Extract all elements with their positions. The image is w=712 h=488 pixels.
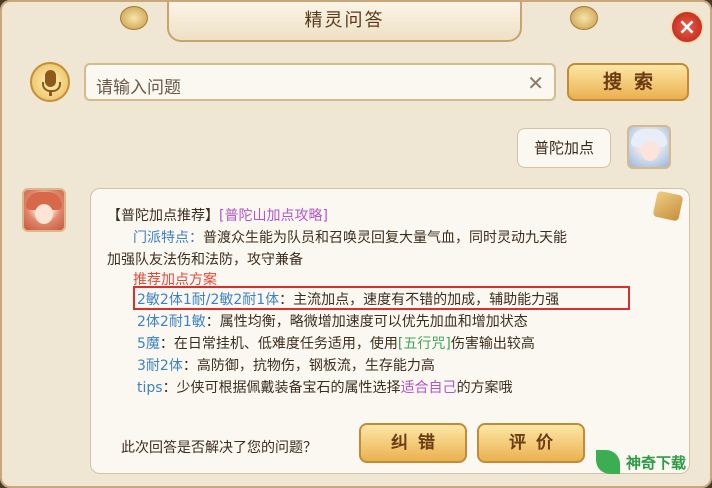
user-message-bubble: 普陀加点 xyxy=(517,128,611,168)
answer-header: 【普陀加点推荐】[普陀山加点攻略] xyxy=(107,208,328,224)
feedback-question: 此次回答是否解决了您的问题？ xyxy=(121,440,317,456)
tips-line: tips：少侠可根据佩戴装备宝石的属性选择适合自己的方案哦 xyxy=(137,380,513,396)
plan-item: 2敏2体1耐/2敏2耐1体：主流加点，速度有不错的加成，辅助能力强 xyxy=(137,292,560,308)
plan-item: 5魔：在日常挂机、低难度任务适用，使用[五行咒]伤害输出较高 xyxy=(137,336,535,352)
correct-button[interactable]: 纠错 xyxy=(359,423,467,463)
search-placeholder: 请输入问题 xyxy=(96,78,181,98)
plan-item: 3耐2体：高防御，抗物伤，钢板流，生存能力高 xyxy=(137,358,435,374)
ornament-right-icon xyxy=(570,6,598,30)
close-button[interactable]: × xyxy=(670,10,704,44)
feature-line: 门派特点：普渡众生能为队员和召唤灵回复大量气血，同时灵动九天能 xyxy=(133,230,567,246)
guide-link[interactable]: [普陀山加点攻略] xyxy=(219,208,328,224)
user-avatar xyxy=(627,125,671,169)
notepad-icon[interactable] xyxy=(652,190,684,222)
plan-item: 2体2耐1敏：属性均衡，略微增加速度可以优先加血和增加状态 xyxy=(137,314,528,330)
feature-line-2: 加强队友法伤和法防，攻守兼备 xyxy=(107,252,303,268)
leaf-icon xyxy=(596,450,620,474)
ornament-left-icon xyxy=(120,6,148,30)
dialog-title: 精灵问答 xyxy=(167,2,522,42)
watermark-logo: 神奇下载 xyxy=(592,446,712,480)
skill-link[interactable]: [五行咒] xyxy=(398,336,451,352)
answer-bubble: 【普陀加点推荐】[普陀山加点攻略] 门派特点：普渡众生能为队员和召唤灵回复大量气… xyxy=(90,188,690,474)
assistant-avatar xyxy=(22,188,66,232)
search-button[interactable]: 搜索 xyxy=(567,63,689,101)
clear-icon[interactable]: ✕ xyxy=(527,71,544,95)
search-input[interactable]: 请输入问题 ✕ xyxy=(84,63,556,101)
microphone-button[interactable] xyxy=(30,62,70,102)
dialog-panel: 精灵问答 × 请输入问题 ✕ 搜索 普陀加点 【普陀加点推荐】[普陀山加点攻略]… xyxy=(0,0,712,488)
rate-button[interactable]: 评价 xyxy=(477,423,585,463)
